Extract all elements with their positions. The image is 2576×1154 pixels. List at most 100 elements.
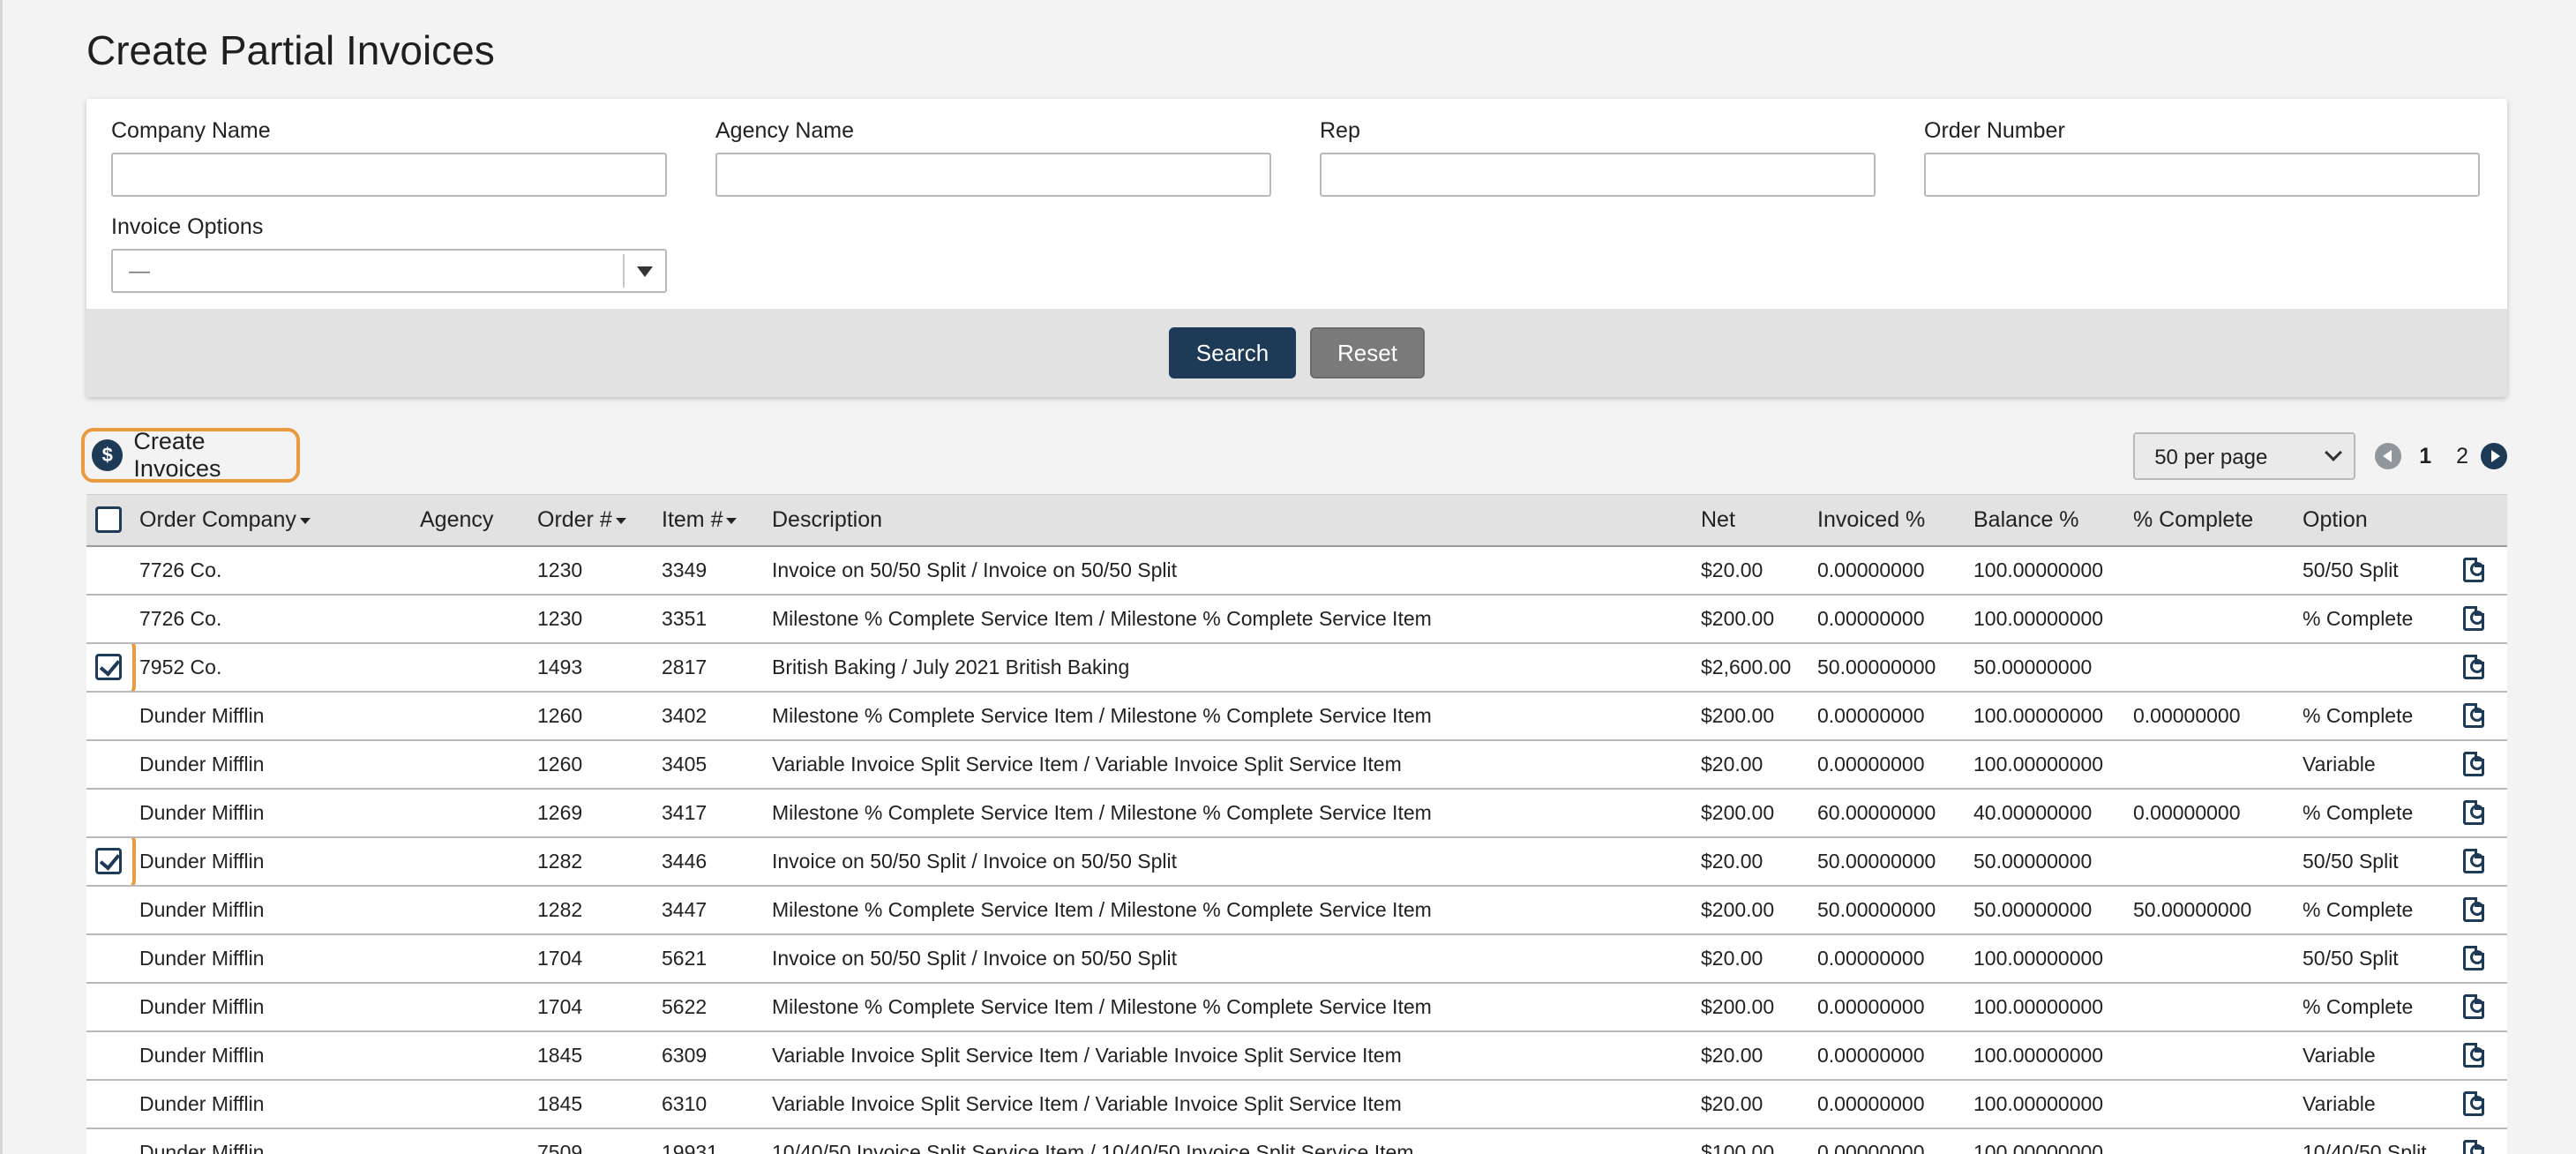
cell-balance-percent: 100.00000000 bbox=[1973, 545, 2133, 596]
cell-order-company: Dunder Mifflin bbox=[139, 739, 420, 790]
cell-item-number: 3405 bbox=[662, 739, 772, 790]
per-page-value: 50 per page bbox=[2154, 446, 2268, 469]
table-row[interactable]: Dunder Mifflin 1704 5621 Invoice on 50/50 S… bbox=[86, 933, 2507, 984]
row-select-cell bbox=[86, 545, 139, 596]
create-invoice-doc-icon[interactable] bbox=[2463, 994, 2484, 1020]
cell-agency bbox=[420, 836, 537, 887]
cell-option: 10/40/50 Split bbox=[2303, 1128, 2463, 1154]
cell-order-number: 1845 bbox=[537, 1079, 662, 1129]
cell-description: Variable Invoice Split Service Item / Va… bbox=[772, 1079, 1701, 1129]
agency-name-field: Agency Name bbox=[715, 118, 1271, 197]
cell-invoiced-percent: 50.00000000 bbox=[1817, 885, 1973, 935]
cell-description: Milestone % Complete Service Item / Mile… bbox=[772, 691, 1701, 741]
cell-balance-percent: 100.00000000 bbox=[1973, 982, 2133, 1032]
create-invoice-doc-icon[interactable] bbox=[2463, 752, 2484, 777]
cell-order-number: 1230 bbox=[537, 545, 662, 596]
create-invoice-doc-icon[interactable] bbox=[2463, 849, 2484, 874]
cell-order-company: 7726 Co. bbox=[139, 594, 420, 644]
header-item-number[interactable]: Item # bbox=[662, 494, 772, 547]
next-page-icon[interactable] bbox=[2481, 443, 2507, 469]
header-order-number[interactable]: Order # bbox=[537, 494, 662, 547]
invoice-options-select[interactable]: — bbox=[111, 249, 667, 293]
row-select-cell bbox=[86, 836, 139, 887]
table-row[interactable]: Dunder Mifflin 1282 3447 Milestone % Comple… bbox=[86, 885, 2507, 935]
table-row[interactable]: Dunder Mifflin 1260 3405 Variable Invoice S… bbox=[86, 739, 2507, 790]
cell-net: $200.00 bbox=[1701, 982, 1817, 1032]
select-all-checkbox[interactable] bbox=[95, 506, 122, 534]
cell-option: Variable bbox=[2303, 1079, 2463, 1129]
create-invoice-doc-icon[interactable] bbox=[2463, 800, 2484, 826]
cell-balance-percent: 100.00000000 bbox=[1973, 739, 2133, 790]
row-action-cell bbox=[2463, 885, 2507, 935]
table-row[interactable]: 7726 Co. 1230 3351 Milestone % Complete Ser… bbox=[86, 594, 2507, 644]
search-actions: Search Reset bbox=[86, 309, 2507, 397]
create-invoice-doc-icon[interactable] bbox=[2463, 655, 2484, 680]
page-1-link[interactable]: 1 bbox=[2419, 444, 2431, 469]
cell-order-number: 1260 bbox=[537, 739, 662, 790]
prev-page-icon[interactable] bbox=[2375, 443, 2402, 469]
cell-net: $20.00 bbox=[1701, 836, 1817, 887]
cell-item-number: 3402 bbox=[662, 691, 772, 741]
rep-input[interactable] bbox=[1320, 153, 1876, 197]
cell-balance-percent: 100.00000000 bbox=[1973, 933, 2133, 984]
row-select-cell bbox=[86, 642, 139, 693]
cell-net: $20.00 bbox=[1701, 1079, 1817, 1129]
cell-item-number: 2817 bbox=[662, 642, 772, 693]
create-invoice-doc-icon[interactable] bbox=[2463, 1043, 2484, 1068]
cell-balance-percent: 100.00000000 bbox=[1973, 1030, 2133, 1081]
header-actions bbox=[2463, 494, 2507, 547]
cell-order-company: Dunder Mifflin bbox=[139, 885, 420, 935]
cell-percent-complete bbox=[2133, 1128, 2303, 1154]
row-select-cell bbox=[86, 788, 139, 838]
cell-balance-percent: 100.00000000 bbox=[1973, 1079, 2133, 1129]
invoice-options-value: — bbox=[129, 259, 150, 283]
create-invoice-doc-icon[interactable] bbox=[2463, 1091, 2484, 1117]
row-select-cell bbox=[86, 1030, 139, 1081]
table-row[interactable]: Dunder Mifflin 1845 6310 Variable Invoice S… bbox=[86, 1079, 2507, 1129]
table-row[interactable]: Dunder Mifflin 1282 3446 Invoice on 50/50 S… bbox=[86, 836, 2507, 887]
cell-percent-complete bbox=[2133, 545, 2303, 596]
row-select-cell bbox=[86, 1079, 139, 1129]
order-number-input[interactable] bbox=[1924, 153, 2480, 197]
table-body: 7726 Co. 1230 3349 Invoice on 50/50 Split /… bbox=[86, 545, 2507, 1154]
table-row[interactable]: Dunder Mifflin 1845 6309 Variable Invoice S… bbox=[86, 1030, 2507, 1081]
reset-button[interactable]: Reset bbox=[1310, 327, 1425, 378]
table-row[interactable]: Dunder Mifflin 1269 3417 Milestone % Comple… bbox=[86, 788, 2507, 838]
company-name-field: Company Name bbox=[111, 118, 667, 197]
page-2-link[interactable]: 2 bbox=[2456, 444, 2468, 469]
cell-invoiced-percent: 60.00000000 bbox=[1817, 788, 1973, 838]
cell-percent-complete bbox=[2133, 642, 2303, 693]
table-row[interactable]: Dunder Mifflin 7509 19931 10/40/50 Invoice … bbox=[86, 1128, 2507, 1154]
row-checkbox[interactable] bbox=[95, 848, 122, 874]
cell-description: Invoice on 50/50 Split / Invoice on 50/5… bbox=[772, 545, 1701, 596]
create-invoice-doc-icon[interactable] bbox=[2463, 558, 2484, 583]
create-invoice-doc-icon[interactable] bbox=[2463, 1140, 2484, 1154]
cell-invoiced-percent: 0.00000000 bbox=[1817, 739, 1973, 790]
cell-net: $20.00 bbox=[1701, 933, 1817, 984]
row-checkbox[interactable] bbox=[95, 654, 122, 680]
row-action-cell bbox=[2463, 933, 2507, 984]
search-button[interactable]: Search bbox=[1169, 327, 1296, 378]
create-invoice-doc-icon[interactable] bbox=[2463, 946, 2484, 971]
cell-invoiced-percent: 0.00000000 bbox=[1817, 933, 1973, 984]
caret-down-icon[interactable] bbox=[637, 266, 653, 277]
invoice-options-field: Invoice Options — bbox=[111, 214, 667, 293]
create-invoices-button[interactable]: $ Create Invoices bbox=[81, 428, 300, 483]
cell-invoiced-percent: 0.00000000 bbox=[1817, 1128, 1973, 1154]
table-row[interactable]: 7726 Co. 1230 3349 Invoice on 50/50 Split /… bbox=[86, 545, 2507, 596]
create-invoice-doc-icon[interactable] bbox=[2463, 897, 2484, 923]
per-page-select[interactable]: 50 per page bbox=[2133, 432, 2356, 480]
header-order-company[interactable]: Order Company bbox=[139, 494, 420, 547]
cell-invoiced-percent: 0.00000000 bbox=[1817, 691, 1973, 741]
create-invoice-doc-icon[interactable] bbox=[2463, 606, 2484, 632]
cell-agency bbox=[420, 642, 537, 693]
create-invoice-doc-icon[interactable] bbox=[2463, 703, 2484, 729]
cell-item-number: 5622 bbox=[662, 982, 772, 1032]
table-row[interactable]: 7952 Co. 1493 2817 British Baking / July 20… bbox=[86, 642, 2507, 693]
page-title: Create Partial Invoices bbox=[86, 27, 495, 73]
agency-name-input[interactable] bbox=[715, 153, 1271, 197]
table-row[interactable]: Dunder Mifflin 1260 3402 Milestone % Comple… bbox=[86, 691, 2507, 741]
company-name-input[interactable] bbox=[111, 153, 667, 197]
rep-field: Rep bbox=[1320, 118, 1876, 197]
table-row[interactable]: Dunder Mifflin 1704 5622 Milestone % Comple… bbox=[86, 982, 2507, 1032]
